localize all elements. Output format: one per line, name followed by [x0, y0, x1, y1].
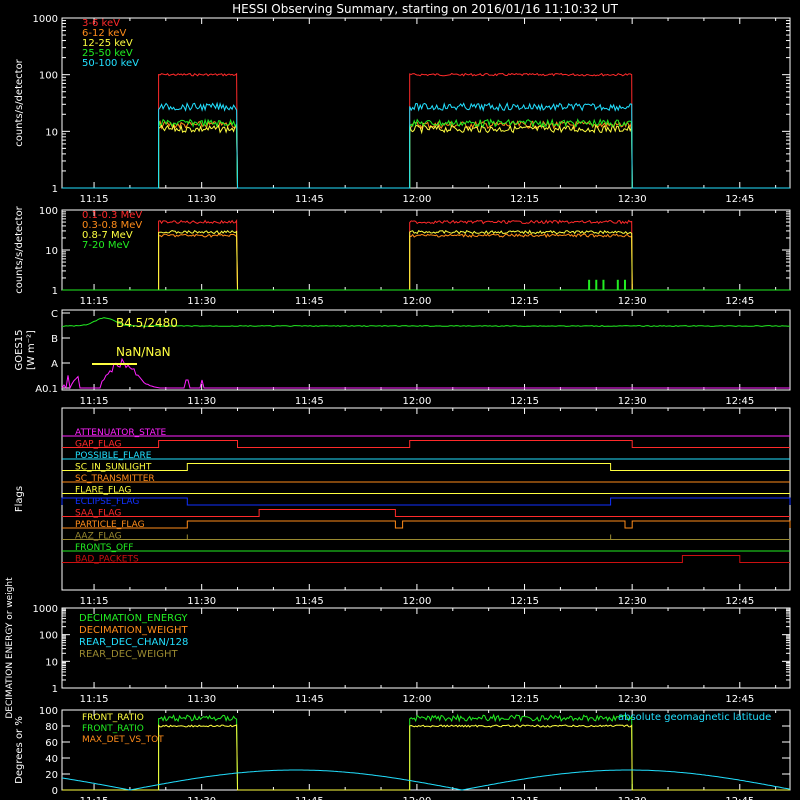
- flag-label: SC_IN_SUNLIGHT: [75, 463, 152, 473]
- x-tick-label: 12:45: [725, 596, 754, 607]
- y-tick-label: 40: [45, 754, 58, 765]
- flag-label: BAD_PACKETS: [75, 555, 139, 565]
- x-tick-label: 11:45: [295, 796, 324, 800]
- flag-label: AAZ_FLAG: [75, 532, 122, 542]
- x-tick-label: 11:30: [187, 396, 216, 407]
- y-tick-label: 60: [45, 738, 58, 749]
- legend-entry: FRONT_RATIO: [82, 724, 144, 734]
- flag-label: SAA_FLAG: [75, 509, 121, 519]
- legend-entry: 7-20 MeV: [82, 240, 130, 251]
- y-tick-label: 10: [45, 657, 58, 668]
- goes-y-axis-label: GOES15: [14, 329, 25, 370]
- x-tick-label: 12:45: [725, 296, 754, 307]
- x-tick-label: 11:15: [80, 694, 109, 705]
- y-tick-label: 80: [45, 722, 58, 733]
- hessi-summary-figure: HESSI Observing Summary, starting on 201…: [0, 0, 800, 800]
- x-tick-label: 11:30: [187, 796, 216, 800]
- x-tick-label: 11:15: [80, 796, 109, 800]
- y-tick-label: 10: [45, 127, 58, 138]
- y-tick-label: A: [51, 359, 58, 370]
- x-tick-label: 12:15: [510, 194, 539, 205]
- legend-entry: REAR_DEC_CHAN/128: [79, 637, 188, 648]
- y-tick-label: 100: [39, 206, 58, 217]
- x-tick-label: 12:00: [402, 296, 431, 307]
- x-tick-label: 12:45: [725, 396, 754, 407]
- gamma-y-axis-label: counts/s/detector: [14, 205, 25, 293]
- x-tick-label: 12:15: [510, 596, 539, 607]
- x-tick-label: 11:45: [295, 396, 324, 407]
- x-tick-label: 11:30: [187, 194, 216, 205]
- x-tick-label: 12:15: [510, 694, 539, 705]
- x-tick-label: 12:30: [618, 296, 647, 307]
- x-tick-label: 11:45: [295, 596, 324, 607]
- y-tick-label: 100: [39, 706, 58, 717]
- flag-label: SC_TRANSMITTER: [75, 474, 155, 484]
- legend-entry: FRONT_RATIO: [82, 713, 144, 723]
- y-tick-label: 1: [52, 684, 58, 695]
- x-tick-label: 12:45: [725, 796, 754, 800]
- flag-label: ECLIPSE_FLAG: [75, 497, 139, 507]
- y-tick-label: 10: [45, 246, 58, 257]
- ratios-y-axis-label: Degrees or %: [14, 716, 25, 784]
- flag-label: POSSIBLE_FLARE: [75, 451, 152, 461]
- flag-label: ATTENUATOR_STATE: [75, 428, 167, 438]
- x-tick-label: 11:45: [295, 194, 324, 205]
- y-tick-label: B: [51, 334, 58, 345]
- x-tick-label: 12:00: [402, 694, 431, 705]
- x-tick-label: 12:30: [618, 694, 647, 705]
- y-tick-label: 0: [52, 786, 58, 797]
- decimation-y-axis-label: DECIMATION ENERGY or weight: [5, 577, 15, 719]
- y-tick-label: 1000: [33, 14, 58, 25]
- y-tick-label: C: [51, 309, 58, 320]
- legend-entry: DECIMATION_WEIGHT: [79, 625, 188, 636]
- y-tick-label: 100: [39, 71, 58, 82]
- figure-title: HESSI Observing Summary, starting on 201…: [232, 2, 618, 16]
- y-tick-label: 1: [52, 286, 58, 297]
- y-tick-label: 1: [52, 184, 58, 195]
- x-tick-label: 12:15: [510, 296, 539, 307]
- x-tick-label: 12:00: [402, 194, 431, 205]
- x-tick-label: 12:30: [618, 396, 647, 407]
- x-tick-label: 12:30: [618, 796, 647, 800]
- hxr-y-axis-label: counts/s/detector: [14, 58, 25, 146]
- x-tick-label: 11:45: [295, 296, 324, 307]
- x-tick-label: 12:30: [618, 194, 647, 205]
- legend-entry: DECIMATION_ENERGY: [79, 613, 188, 624]
- x-tick-label: 11:30: [187, 296, 216, 307]
- y-units-label: [W m⁻²]: [26, 330, 37, 370]
- x-tick-label: 12:45: [725, 694, 754, 705]
- legend-entry: MAX_DET_VS_TOT: [82, 735, 164, 745]
- x-tick-label: 12:45: [725, 194, 754, 205]
- x-tick-label: 12:00: [402, 796, 431, 800]
- x-tick-label: 12:15: [510, 796, 539, 800]
- goes-annotation: B4.5/2480: [116, 316, 178, 330]
- x-tick-label: 12:00: [402, 396, 431, 407]
- x-tick-label: 11:15: [80, 194, 109, 205]
- flag-label: PARTICLE_FLAG: [75, 520, 145, 530]
- y-tick-label: 100: [39, 631, 58, 642]
- x-tick-label: 11:45: [295, 694, 324, 705]
- legend-entry: 50-100 keV: [82, 58, 139, 69]
- y-tick-label: 1000: [33, 604, 58, 615]
- goes-annotation: NaN/NaN: [116, 345, 171, 359]
- legend-entry: REAR_DEC_WEIGHT: [79, 649, 178, 660]
- flags-y-axis-label: Flags: [14, 486, 25, 512]
- x-tick-label: 12:30: [618, 596, 647, 607]
- flag-label: GAP_FLAG: [75, 440, 121, 450]
- x-tick-label: 11:15: [80, 396, 109, 407]
- y-tick-label: 20: [45, 770, 58, 781]
- figure-background: [0, 0, 800, 800]
- x-tick-label: 12:15: [510, 396, 539, 407]
- y-tick-label: A0.1: [35, 384, 58, 395]
- x-tick-label: 11:30: [187, 596, 216, 607]
- x-tick-label: 11:15: [80, 596, 109, 607]
- x-tick-label: 11:15: [80, 296, 109, 307]
- x-tick-label: 12:00: [402, 596, 431, 607]
- legend-entry: absolute geomagnetic latitude: [618, 712, 771, 723]
- x-tick-label: 11:30: [187, 694, 216, 705]
- flag-label: FRONTS_OFF: [75, 543, 133, 553]
- flag-label: FLARE_FLAG: [75, 486, 131, 496]
